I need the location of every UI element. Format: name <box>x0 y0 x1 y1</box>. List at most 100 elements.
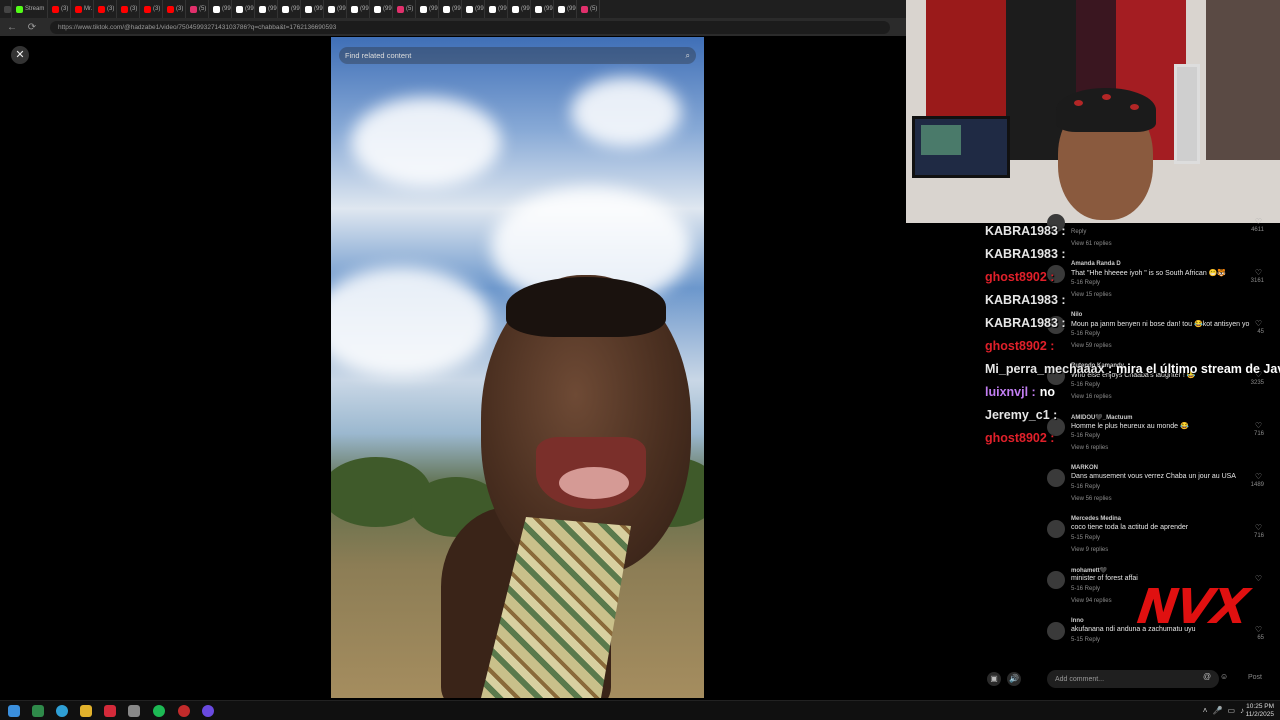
start-icon[interactable] <box>8 705 20 717</box>
tab-label: (99+) T <box>498 6 507 12</box>
person-tongue <box>559 467 629 499</box>
tab-label: (99+) E <box>291 6 300 12</box>
chevron-up-icon[interactable]: ˄ <box>1203 706 1208 715</box>
commenter-name[interactable]: MARKON <box>1071 465 1098 471</box>
folder-icon[interactable] <box>80 705 92 717</box>
chat-username: ghost8902 : <box>985 338 1055 353</box>
back-icon[interactable]: ← <box>6 22 18 33</box>
browser-tab[interactable]: (99+) li <box>416 0 439 18</box>
clock[interactable]: 10:25 PM 11/2/2025 <box>1246 703 1274 719</box>
tiktok-icon <box>236 5 243 13</box>
chat-username: KABRA1983 : <box>985 292 1066 307</box>
app-icon[interactable] <box>32 705 44 717</box>
browser-tab[interactable]: (5) Inst <box>186 0 209 18</box>
browser-tab[interactable]: (99+) T <box>439 0 462 18</box>
bandana-pattern <box>1074 100 1083 106</box>
browser-tab[interactable]: (99+) <box>232 0 255 18</box>
app-icon[interactable] <box>128 705 140 717</box>
browser-tab[interactable]: (5) Inst <box>577 0 600 18</box>
heart-icon[interactable]: ♡ <box>1255 523 1262 532</box>
chat-username: ghost8902 : <box>985 269 1055 284</box>
comment-input[interactable]: Add comment... <box>1047 670 1219 688</box>
search-icon[interactable]: ⌕ <box>686 51 690 61</box>
related-search-bar[interactable]: Find related content ⌕ <box>339 47 696 64</box>
browser-tab[interactable]: (99+) T <box>554 0 577 18</box>
view-replies-link[interactable]: View 94 replies <box>1071 598 1112 604</box>
like-count: 716 <box>1253 533 1264 539</box>
commenter-avatar[interactable] <box>1047 520 1065 538</box>
tab-label: (99+) <box>314 6 323 12</box>
tab-label: (99+) T <box>452 6 461 12</box>
browser-tab[interactable]: (99+) T <box>485 0 508 18</box>
browser-tab[interactable]: (99+) E <box>324 0 347 18</box>
commenter-name[interactable]: mohamett🖤 <box>1071 567 1107 574</box>
mirror <box>1174 64 1200 164</box>
reload-icon[interactable]: ⟳ <box>26 22 38 33</box>
tab-label: (3) BLA <box>107 6 116 12</box>
tab-label: Stream <box>25 6 45 12</box>
chat-message: KABRA1983 : <box>985 311 1280 334</box>
browser-tab[interactable] <box>0 0 12 18</box>
browser-tab[interactable]: (3) Har <box>48 0 71 18</box>
reply-link[interactable]: 5-15 Reply <box>1071 637 1100 643</box>
volume-icon[interactable]: ♪ <box>1240 706 1244 715</box>
commenter-avatar[interactable] <box>1047 571 1065 589</box>
stream-chat-overlay: KABRA1983 : KABRA1983 : ghost8902 : KABRA19… <box>985 219 1280 449</box>
tiktok-icon <box>535 5 542 13</box>
reply-link[interactable]: 5-16 Reply <box>1071 484 1100 490</box>
browser-tab[interactable]: (99+) E <box>278 0 301 18</box>
tab-label: Mr. <box>84 6 93 12</box>
chrome-icon[interactable] <box>56 705 68 717</box>
commenter-avatar[interactable] <box>1047 622 1065 640</box>
browser-tab[interactable]: (99+) T <box>531 0 554 18</box>
cloud <box>351 97 501 187</box>
reply-link[interactable]: 5-16 Reply <box>1071 586 1100 592</box>
tab-label: (99+) E <box>268 6 277 12</box>
url-field[interactable]: https://www.tiktok.com/@hadzabe1/video/7… <box>50 20 890 34</box>
commenter-name[interactable]: Mercedes Medina <box>1071 516 1121 522</box>
browser-tab[interactable]: (99+) c <box>209 0 232 18</box>
browser-tab[interactable]: Mr. <box>71 0 94 18</box>
commenter-name[interactable]: Inno <box>1071 618 1084 624</box>
commenter-avatar[interactable] <box>1047 469 1065 487</box>
view-replies-link[interactable]: View 56 replies <box>1071 496 1112 502</box>
tiktok-icon <box>259 5 266 13</box>
video-player[interactable]: Find related content ⌕ <box>331 37 704 698</box>
app-icon[interactable] <box>178 705 190 717</box>
network-icon[interactable]: ▭ <box>1227 706 1235 715</box>
volume-icon[interactable]: 🔊 <box>1007 672 1021 686</box>
tiktok-icon <box>466 5 473 13</box>
nvx-logo: NVX <box>1134 579 1251 635</box>
browser-tab[interactable]: (99+) L <box>347 0 370 18</box>
browser-tab[interactable]: Stream <box>12 0 48 18</box>
reply-link[interactable]: 5-15 Reply <box>1071 535 1100 541</box>
save-icon[interactable]: ▣ <box>987 672 1001 686</box>
browser-tab[interactable]: (3) Get <box>163 0 186 18</box>
mention-icon[interactable]: @ <box>1203 672 1211 681</box>
browser-tab[interactable]: (99+) T <box>462 0 485 18</box>
comment-text: Dans amusement vous verrez Chaba un jour… <box>1071 473 1236 480</box>
emoji-icon[interactable]: ☺ <box>1220 672 1228 681</box>
chat-username: KABRA1983 : <box>985 246 1066 261</box>
bandana-pattern <box>1102 94 1111 100</box>
tab-label: (99+) T <box>567 6 576 12</box>
browser-tab[interactable]: (3) [FR <box>140 0 163 18</box>
obs-icon[interactable] <box>202 705 214 717</box>
browser-tab[interactable]: (5) Inst <box>393 0 416 18</box>
browser-tab[interactable]: (99+) E <box>255 0 278 18</box>
app-icon[interactable] <box>104 705 116 717</box>
post-button[interactable]: Post <box>1248 674 1262 681</box>
heart-icon[interactable]: ♡ <box>1255 472 1262 481</box>
chat-username: KABRA1983 : <box>985 223 1066 238</box>
youtube-icon <box>75 5 82 13</box>
view-replies-link[interactable]: View 9 replies <box>1071 547 1108 553</box>
browser-tab[interactable]: (99+) W <box>370 0 393 18</box>
mic-icon[interactable]: 🎤 <box>1212 706 1222 715</box>
browser-tab[interactable]: (3) BAE <box>117 0 140 18</box>
close-video-button[interactable]: ✕ <box>11 46 29 64</box>
browser-tab[interactable]: (3) BLA <box>94 0 117 18</box>
chat-message: KABRA1983 : <box>985 219 1280 242</box>
browser-tab[interactable]: (99+) T <box>508 0 531 18</box>
spotify-icon[interactable] <box>153 705 165 717</box>
browser-tab[interactable]: (99+) <box>301 0 324 18</box>
